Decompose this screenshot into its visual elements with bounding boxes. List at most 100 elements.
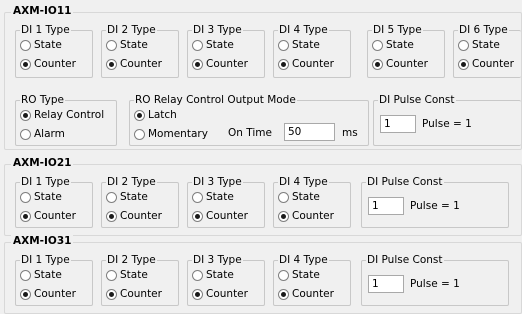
radio-label: State	[206, 191, 234, 203]
radio-checked-icon	[278, 288, 289, 300]
radio-unchecked-icon	[134, 128, 145, 140]
radio-checked-icon	[134, 109, 145, 121]
axm-io31-pulse-label: DI Pulse Const	[366, 254, 444, 266]
radio-unchecked-icon	[192, 269, 203, 281]
axm-io31-di1-state-radio[interactable]: State	[20, 269, 62, 281]
radio-label: State	[34, 191, 62, 203]
radio-unchecked-icon	[458, 39, 469, 51]
ro-mode-momentary-radio[interactable]: Momentary	[134, 128, 208, 140]
radio-label: Counter	[34, 58, 76, 70]
axm-io31-di1-counter-radio[interactable]: Counter	[20, 288, 76, 300]
radio-label: Counter	[34, 210, 76, 222]
axm-io21-di2-state-radio[interactable]: State	[106, 191, 148, 203]
axm-io21-di3-counter-radio[interactable]: Counter	[192, 210, 248, 222]
radio-unchecked-icon	[20, 191, 31, 203]
axm-io11-di5-label: DI 5 Type	[372, 24, 423, 36]
axm-io11-di2-counter-radio[interactable]: Counter	[106, 58, 162, 70]
axm-io31-di3-counter-radio[interactable]: Counter	[192, 288, 248, 300]
radio-label: Latch	[148, 109, 177, 121]
on-time-input[interactable]: 50	[284, 123, 335, 141]
axm-io11-di4-group: DI 4 Type State Counter	[273, 24, 351, 78]
radio-label: State	[472, 39, 500, 51]
radio-checked-icon	[106, 210, 117, 222]
axm-io21-di4-group: DI 4 Type State Counter	[273, 176, 351, 228]
axm-io31-di4-counter-radio[interactable]: Counter	[278, 288, 334, 300]
axm-io31-di2-counter-radio[interactable]: Counter	[106, 288, 162, 300]
axm-io11-di5-counter-radio[interactable]: Counter	[372, 58, 428, 70]
axm-io31-di2-label: DI 2 Type	[106, 254, 157, 266]
radio-label: Counter	[386, 58, 428, 70]
axm-io21-di1-state-radio[interactable]: State	[20, 191, 62, 203]
axm-io11-di3-state-radio[interactable]: State	[192, 39, 234, 51]
axm-io11-di6-state-radio[interactable]: State	[458, 39, 500, 51]
ro-mode-group: RO Relay Control Output Mode Latch Momen…	[129, 94, 369, 146]
axm-io21-di2-counter-radio[interactable]: Counter	[106, 210, 162, 222]
radio-label: Counter	[292, 58, 334, 70]
axm-io21-title: AXM-IO21	[11, 157, 74, 169]
radio-checked-icon	[20, 288, 31, 300]
radio-unchecked-icon	[278, 269, 289, 281]
axm-io31-pulse-suffix: Pulse = 1	[410, 278, 460, 290]
radio-label: State	[120, 39, 148, 51]
radio-checked-icon	[192, 210, 203, 222]
axm-io31-di3-group: DI 3 Type State Counter	[187, 254, 265, 306]
radio-label: State	[120, 269, 148, 281]
axm-io21-panel: AXM-IO21 DI 1 Type State Counter DI 2 Ty…	[4, 157, 522, 236]
axm-io31-pulse-input[interactable]: 1	[368, 275, 404, 293]
axm-io11-di4-label: DI 4 Type	[278, 24, 329, 36]
axm-io11-di4-state-radio[interactable]: State	[278, 39, 320, 51]
radio-label: Counter	[206, 58, 248, 70]
axm-io31-di4-label: DI 4 Type	[278, 254, 329, 266]
axm-io11-di2-group: DI 2 Type State Counter	[101, 24, 179, 78]
axm-io21-pulse-input[interactable]: 1	[368, 197, 404, 215]
radio-unchecked-icon	[192, 191, 203, 203]
axm-io11-pulse-suffix: Pulse = 1	[422, 118, 472, 130]
radio-checked-icon	[278, 210, 289, 222]
axm-io11-di3-counter-radio[interactable]: Counter	[192, 58, 248, 70]
radio-unchecked-icon	[192, 39, 203, 51]
axm-io31-di2-state-radio[interactable]: State	[106, 269, 148, 281]
axm-io11-di3-label: DI 3 Type	[192, 24, 243, 36]
radio-label: Counter	[292, 288, 334, 300]
axm-io31-di3-state-radio[interactable]: State	[192, 269, 234, 281]
axm-io21-di3-state-radio[interactable]: State	[192, 191, 234, 203]
axm-io31-di3-label: DI 3 Type	[192, 254, 243, 266]
ro-type-relay-control-radio[interactable]: Relay Control	[20, 109, 104, 121]
axm-io11-di5-group: DI 5 Type State Counter	[367, 24, 445, 78]
radio-unchecked-icon	[106, 191, 117, 203]
axm-io21-di1-group: DI 1 Type State Counter	[15, 176, 93, 228]
axm-io21-di3-group: DI 3 Type State Counter	[187, 176, 265, 228]
axm-io21-di2-label: DI 2 Type	[106, 176, 157, 188]
axm-io11-di1-counter-radio[interactable]: Counter	[20, 58, 76, 70]
axm-io21-pulse-group: DI Pulse Const 1 Pulse = 1	[361, 176, 509, 228]
axm-io11-di2-state-radio[interactable]: State	[106, 39, 148, 51]
axm-io11-pulse-input[interactable]: 1	[380, 115, 416, 133]
axm-io11-di6-counter-radio[interactable]: Counter	[458, 58, 514, 70]
ro-type-label: RO Type	[20, 94, 66, 106]
axm-io11-di1-state-radio[interactable]: State	[20, 39, 62, 51]
axm-io31-di4-state-radio[interactable]: State	[278, 269, 320, 281]
axm-io11-title: AXM-IO11	[11, 5, 74, 17]
radio-label: Counter	[206, 288, 248, 300]
axm-io21-di1-counter-radio[interactable]: Counter	[20, 210, 76, 222]
radio-unchecked-icon	[106, 39, 117, 51]
radio-label: State	[292, 269, 320, 281]
axm-io11-di6-group: DI 6 Type State Counter	[453, 24, 521, 78]
axm-io31-di2-group: DI 2 Type State Counter	[101, 254, 179, 306]
radio-label: Momentary	[148, 128, 208, 140]
radio-label: State	[34, 39, 62, 51]
axm-io11-di3-group: DI 3 Type State Counter	[187, 24, 265, 78]
axm-io21-di4-state-radio[interactable]: State	[278, 191, 320, 203]
axm-io21-pulse-label: DI Pulse Const	[366, 176, 444, 188]
axm-io21-di4-counter-radio[interactable]: Counter	[278, 210, 334, 222]
axm-io11-di4-counter-radio[interactable]: Counter	[278, 58, 334, 70]
ro-type-alarm-radio[interactable]: Alarm	[20, 128, 65, 140]
radio-checked-icon	[278, 58, 289, 70]
axm-io11-di1-label: DI 1 Type	[20, 24, 71, 36]
ro-mode-latch-radio[interactable]: Latch	[134, 109, 177, 121]
axm-io11-di5-state-radio[interactable]: State	[372, 39, 414, 51]
radio-checked-icon	[192, 58, 203, 70]
radio-unchecked-icon	[106, 269, 117, 281]
axm-io21-di4-label: DI 4 Type	[278, 176, 329, 188]
on-time-label: On Time	[228, 127, 272, 139]
